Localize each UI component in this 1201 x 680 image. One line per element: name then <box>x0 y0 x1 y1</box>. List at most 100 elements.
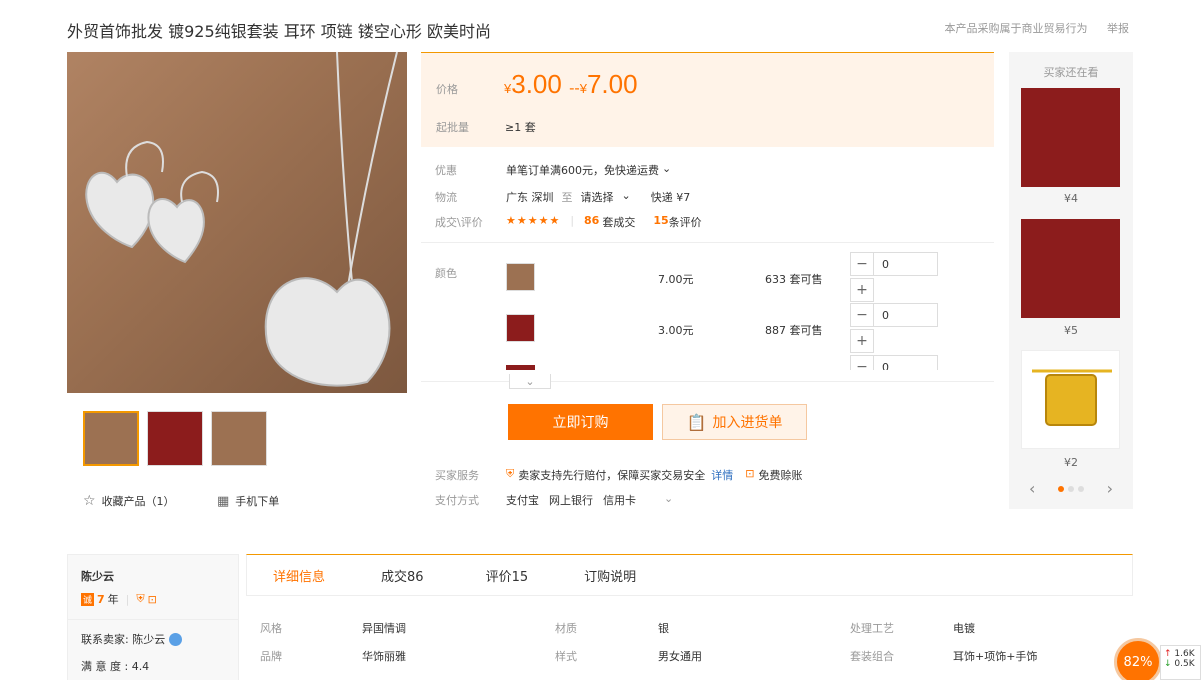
also-viewed-item-1[interactable] <box>1021 88 1120 187</box>
quantity-input[interactable]: 0 <box>874 355 938 370</box>
quantity-input[interactable]: 0 <box>874 252 938 276</box>
net-speed-widget: ↑ 1.6K ↓ 0.5K <box>1160 645 1201 680</box>
service-label: 买家服务 <box>435 469 479 482</box>
report-link[interactable]: 举报 <box>1107 22 1129 35</box>
seller-years-unit: 年 <box>107 593 119 606</box>
minus-button[interactable]: − <box>850 303 874 327</box>
sku-price-2: 3.00元 <box>658 324 694 337</box>
chevron-right-icon[interactable]: › <box>1107 479 1113 498</box>
chevron-down-icon[interactable]: ⌄ <box>622 189 631 205</box>
dot[interactable] <box>1068 485 1074 492</box>
tab-order-info[interactable]: 订购说明 <box>554 555 662 595</box>
price-sep: -- <box>569 80 580 97</box>
thumbnail-strip <box>83 411 267 466</box>
attr-value: 银 <box>658 622 669 635</box>
also-viewed-item-2[interactable] <box>1021 219 1120 318</box>
deal-count[interactable]: 86 <box>584 214 599 230</box>
arrow-down-icon: ↓ <box>1164 659 1172 669</box>
download-speed: 0.5K <box>1174 659 1195 669</box>
chevron-down-icon[interactable]: ⌄ <box>664 492 673 508</box>
carousel-dots <box>1058 485 1084 492</box>
sku-stock-1: 633 套可售 <box>765 273 823 286</box>
credit-icon: ⊡ <box>147 592 157 606</box>
product-title: 外贸首饰批发 镀925纯银套装 耳环 项链 镂空心形 欧美时尚 <box>67 22 491 41</box>
chevron-down-icon[interactable]: ⌄ <box>662 162 671 178</box>
moq-value: ≥1 套 <box>505 121 536 134</box>
price-panel: 价格 ¥3.00 --¥7.00 起批量 ≥1 套 <box>421 52 994 147</box>
favorite-button[interactable]: ☆ 收藏产品（1） <box>83 493 175 509</box>
plus-wrap: + <box>850 278 874 302</box>
mobile-order-button[interactable]: ▦ 手机下单 <box>217 493 279 509</box>
favorite-label: 收藏产品（1） <box>101 495 175 508</box>
also-viewed-item-3[interactable] <box>1021 350 1120 449</box>
quantity-stepper-3: − 0 <box>850 355 938 370</box>
moq-label: 起批量 <box>436 121 469 134</box>
payment-alipay: 支付宝 <box>506 494 539 507</box>
plus-button[interactable]: + <box>850 278 874 302</box>
satisfaction: 满 意 度 : 4.4 <box>81 660 150 673</box>
price-high: 7.00 <box>586 69 638 99</box>
sku-price-1: 7.00元 <box>658 273 694 286</box>
quantity-stepper-2: − 0 <box>850 303 938 327</box>
payment-bank: 网上银行 <box>549 494 593 507</box>
trade-notice: 本产品采购属于商业贸易行为 <box>944 22 1088 35</box>
clipboard-icon: 📋 <box>686 412 707 432</box>
dot[interactable] <box>1078 485 1084 492</box>
attr-key: 套装组合 <box>850 650 894 663</box>
shield-icon: ⛨ <box>506 467 515 480</box>
chevron-down-icon: ⌄ <box>525 374 535 388</box>
payment-credit: 信用卡 <box>603 494 636 507</box>
minus-button[interactable]: − <box>850 252 874 276</box>
price-low: 3.00 <box>511 69 562 99</box>
service-text: 卖家支持先行赔付，保障买家交易安全 <box>518 469 706 482</box>
shipping-label: 物流 <box>435 191 457 204</box>
trust-icon: 诚 <box>81 592 95 606</box>
attr-key: 品牌 <box>260 650 282 663</box>
plus-wrap: + <box>850 329 874 353</box>
sku-stock-2: 887 套可售 <box>765 324 823 337</box>
qr-code-icon: ▦ <box>217 493 230 509</box>
color-swatch-1[interactable] <box>506 263 535 291</box>
tab-reviews[interactable]: 评价15 <box>450 555 555 595</box>
also-viewed-price-3: ¥2 <box>1064 456 1078 469</box>
contact-label: 联系卖家: 陈少云 <box>81 633 166 646</box>
quantity-input[interactable]: 0 <box>874 303 938 327</box>
promo-text[interactable]: 单笔订单满600元，免快递运费 <box>506 162 659 178</box>
contact-seller[interactable]: 联系卖家: 陈少云 <box>81 631 183 647</box>
review-count[interactable]: 15 <box>653 214 668 230</box>
service-detail-link[interactable]: 详情 <box>711 467 733 483</box>
tab-details[interactable]: 详细信息 <box>247 555 351 595</box>
speed-widget-badge[interactable]: 82% <box>1114 638 1162 680</box>
attr-key: 风格 <box>260 622 282 635</box>
attr-value: 电镀 <box>953 622 975 635</box>
thumbnail-2[interactable] <box>147 411 203 466</box>
seller-name[interactable]: 陈少云 <box>81 568 114 584</box>
chevron-left-icon[interactable]: ‹ <box>1029 479 1035 498</box>
thumbnail-3[interactable] <box>211 411 267 466</box>
ship-destination-select[interactable]: 请选择 <box>581 189 614 205</box>
minus-button[interactable]: − <box>850 355 874 370</box>
sku-row-3-clip: − 0 <box>421 355 994 370</box>
also-viewed-price-1: ¥4 <box>1064 192 1078 205</box>
tab-deals[interactable]: 成交86 <box>351 555 450 595</box>
color-label: 颜色 <box>435 267 457 280</box>
color-swatch-3[interactable] <box>506 365 535 370</box>
expand-toggle[interactable]: ⌄ <box>509 374 551 389</box>
dot[interactable] <box>1058 485 1064 492</box>
plus-button[interactable]: + <box>850 329 874 353</box>
add-to-cart-button[interactable]: 📋 加入进货单 <box>662 404 807 440</box>
credit-text[interactable]: 免费赊账 <box>758 467 802 483</box>
color-swatch-2[interactable] <box>506 314 535 342</box>
main-product-image[interactable] <box>67 52 407 393</box>
seller-years: 诚 7 年 | ⛨ ⊡ <box>81 592 157 606</box>
carousel-nav: ‹ › <box>1029 479 1113 498</box>
thumbnail-1[interactable] <box>83 411 139 466</box>
divider <box>421 381 994 382</box>
also-viewed-price-2: ¥5 <box>1064 324 1078 337</box>
attr-value: 耳饰+项饰+手饰 <box>953 650 1038 663</box>
seller-years-num: 7 <box>97 592 105 606</box>
order-now-button[interactable]: 立即订购 <box>508 404 653 440</box>
currency-symbol-2: ¥ <box>579 81 587 96</box>
promo-row: 优惠 单笔订单满600元，免快递运费 ⌄ <box>435 162 671 178</box>
seller-card: 陈少云 诚 7 年 | ⛨ ⊡ 联系卖家: 陈少云 满 意 度 : 4.4 <box>67 554 239 680</box>
